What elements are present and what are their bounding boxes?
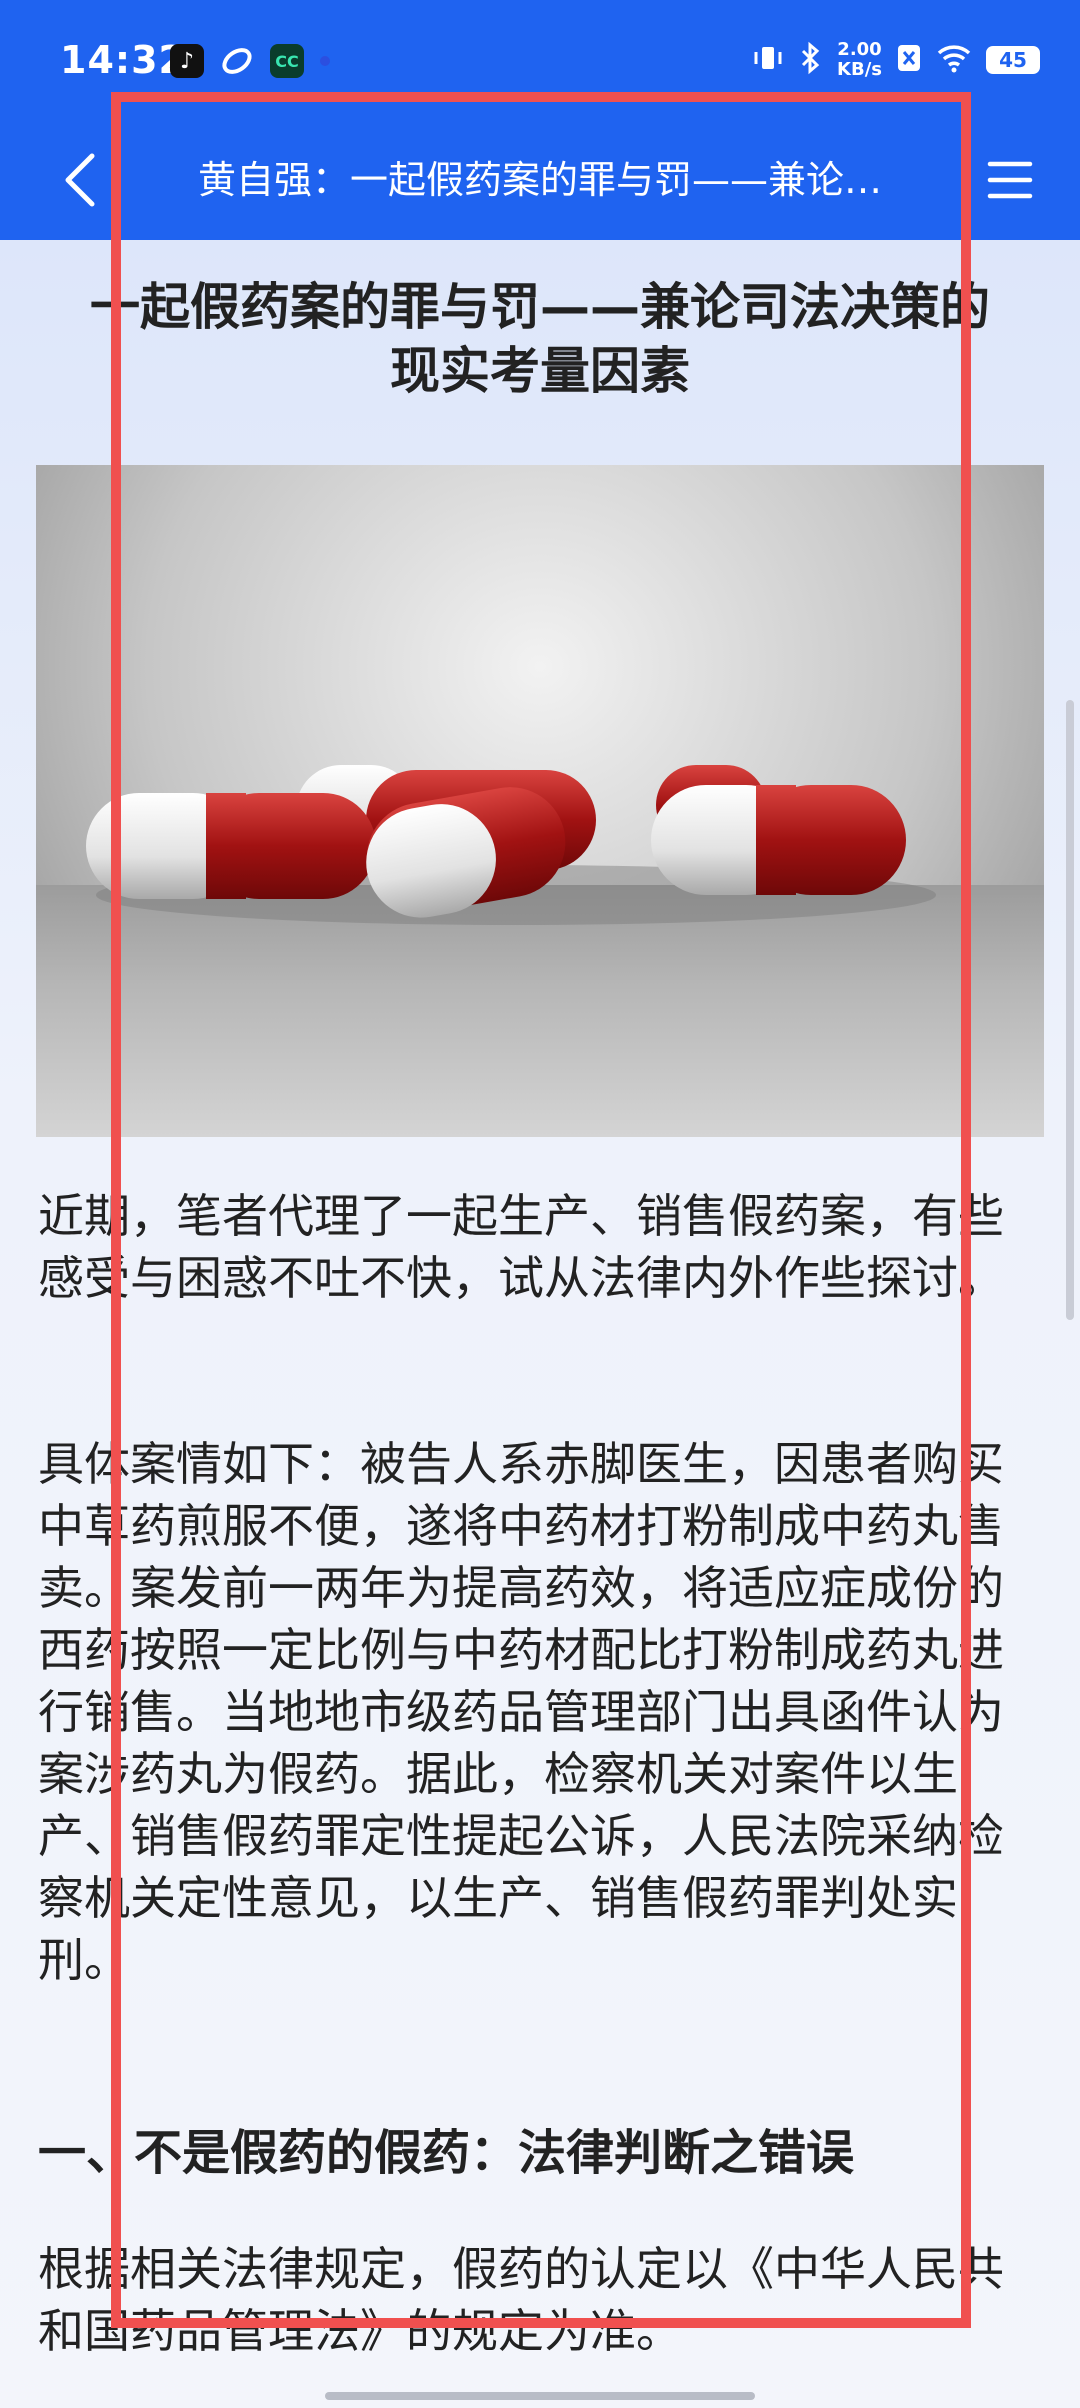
article-image[interactable] — [36, 465, 1044, 1137]
status-time: 14:32 — [60, 38, 186, 82]
back-button[interactable] — [40, 140, 120, 220]
article-title-line1: 一起假药案的罪与罚——兼论司法决策的 — [90, 278, 990, 336]
notification-icons: ♪ CC — [170, 44, 330, 78]
capsules-illustration — [86, 765, 936, 925]
bluetooth-icon — [799, 41, 823, 79]
header: 14:32 ♪ CC 2.00 KB/s 45 黄自强：一起假药案的罪与罚——兼… — [0, 0, 1080, 240]
paragraph-case-details: 具体案情如下：被告人系赤脚医生，因患者购买中草药煎服不便，遂将中药材打粉制成中药… — [38, 1437, 1004, 1987]
home-indicator[interactable] — [325, 2392, 755, 2400]
vibrate-icon — [751, 41, 785, 79]
chevron-left-icon — [65, 153, 95, 207]
tiktok-icon: ♪ — [170, 44, 204, 78]
wifi-icon — [936, 43, 972, 77]
article-content[interactable]: 一起假药案的罪与罚——兼论司法决策的 现实考量因素 近期，笔者代理了一起生产、销… — [0, 240, 1080, 2408]
sim-off-icon — [896, 43, 922, 77]
status-bar: 14:32 ♪ CC 2.00 KB/s 45 — [0, 0, 1080, 130]
scrollbar[interactable] — [1066, 700, 1074, 1320]
article-title: 一起假药案的罪与罚——兼论司法决策的 现实考量因素 — [40, 275, 1040, 403]
nav-bar: 黄自强：一起假药案的罪与罚——兼论… — [0, 130, 1080, 240]
dot-icon — [320, 56, 330, 66]
network-speed: 2.00 KB/s — [837, 39, 882, 80]
page-title: 黄自强：一起假药案的罪与罚——兼论… — [197, 158, 882, 202]
app-icon — [220, 44, 254, 78]
system-icons: 2.00 KB/s 45 — [751, 40, 1040, 80]
menu-button[interactable] — [970, 140, 1050, 220]
paragraph-intro: 近期，笔者代理了一起生产、销售假药案，有些感受与困惑不吐不快，试从法律内外作些探… — [38, 1189, 1004, 1305]
section-heading: 一、不是假药的假药：法律判断之错误 — [38, 2125, 855, 2181]
battery-icon: 45 — [986, 46, 1040, 74]
article-title-line2: 现实考量因素 — [390, 342, 690, 400]
hamburger-menu-icon — [987, 161, 1033, 199]
paragraph-law: 根据相关法律规定，假药的认定以《中华人民共和国药品管理法》的规定为准。 — [38, 2242, 1004, 2358]
cc-app-icon: CC — [270, 44, 304, 78]
